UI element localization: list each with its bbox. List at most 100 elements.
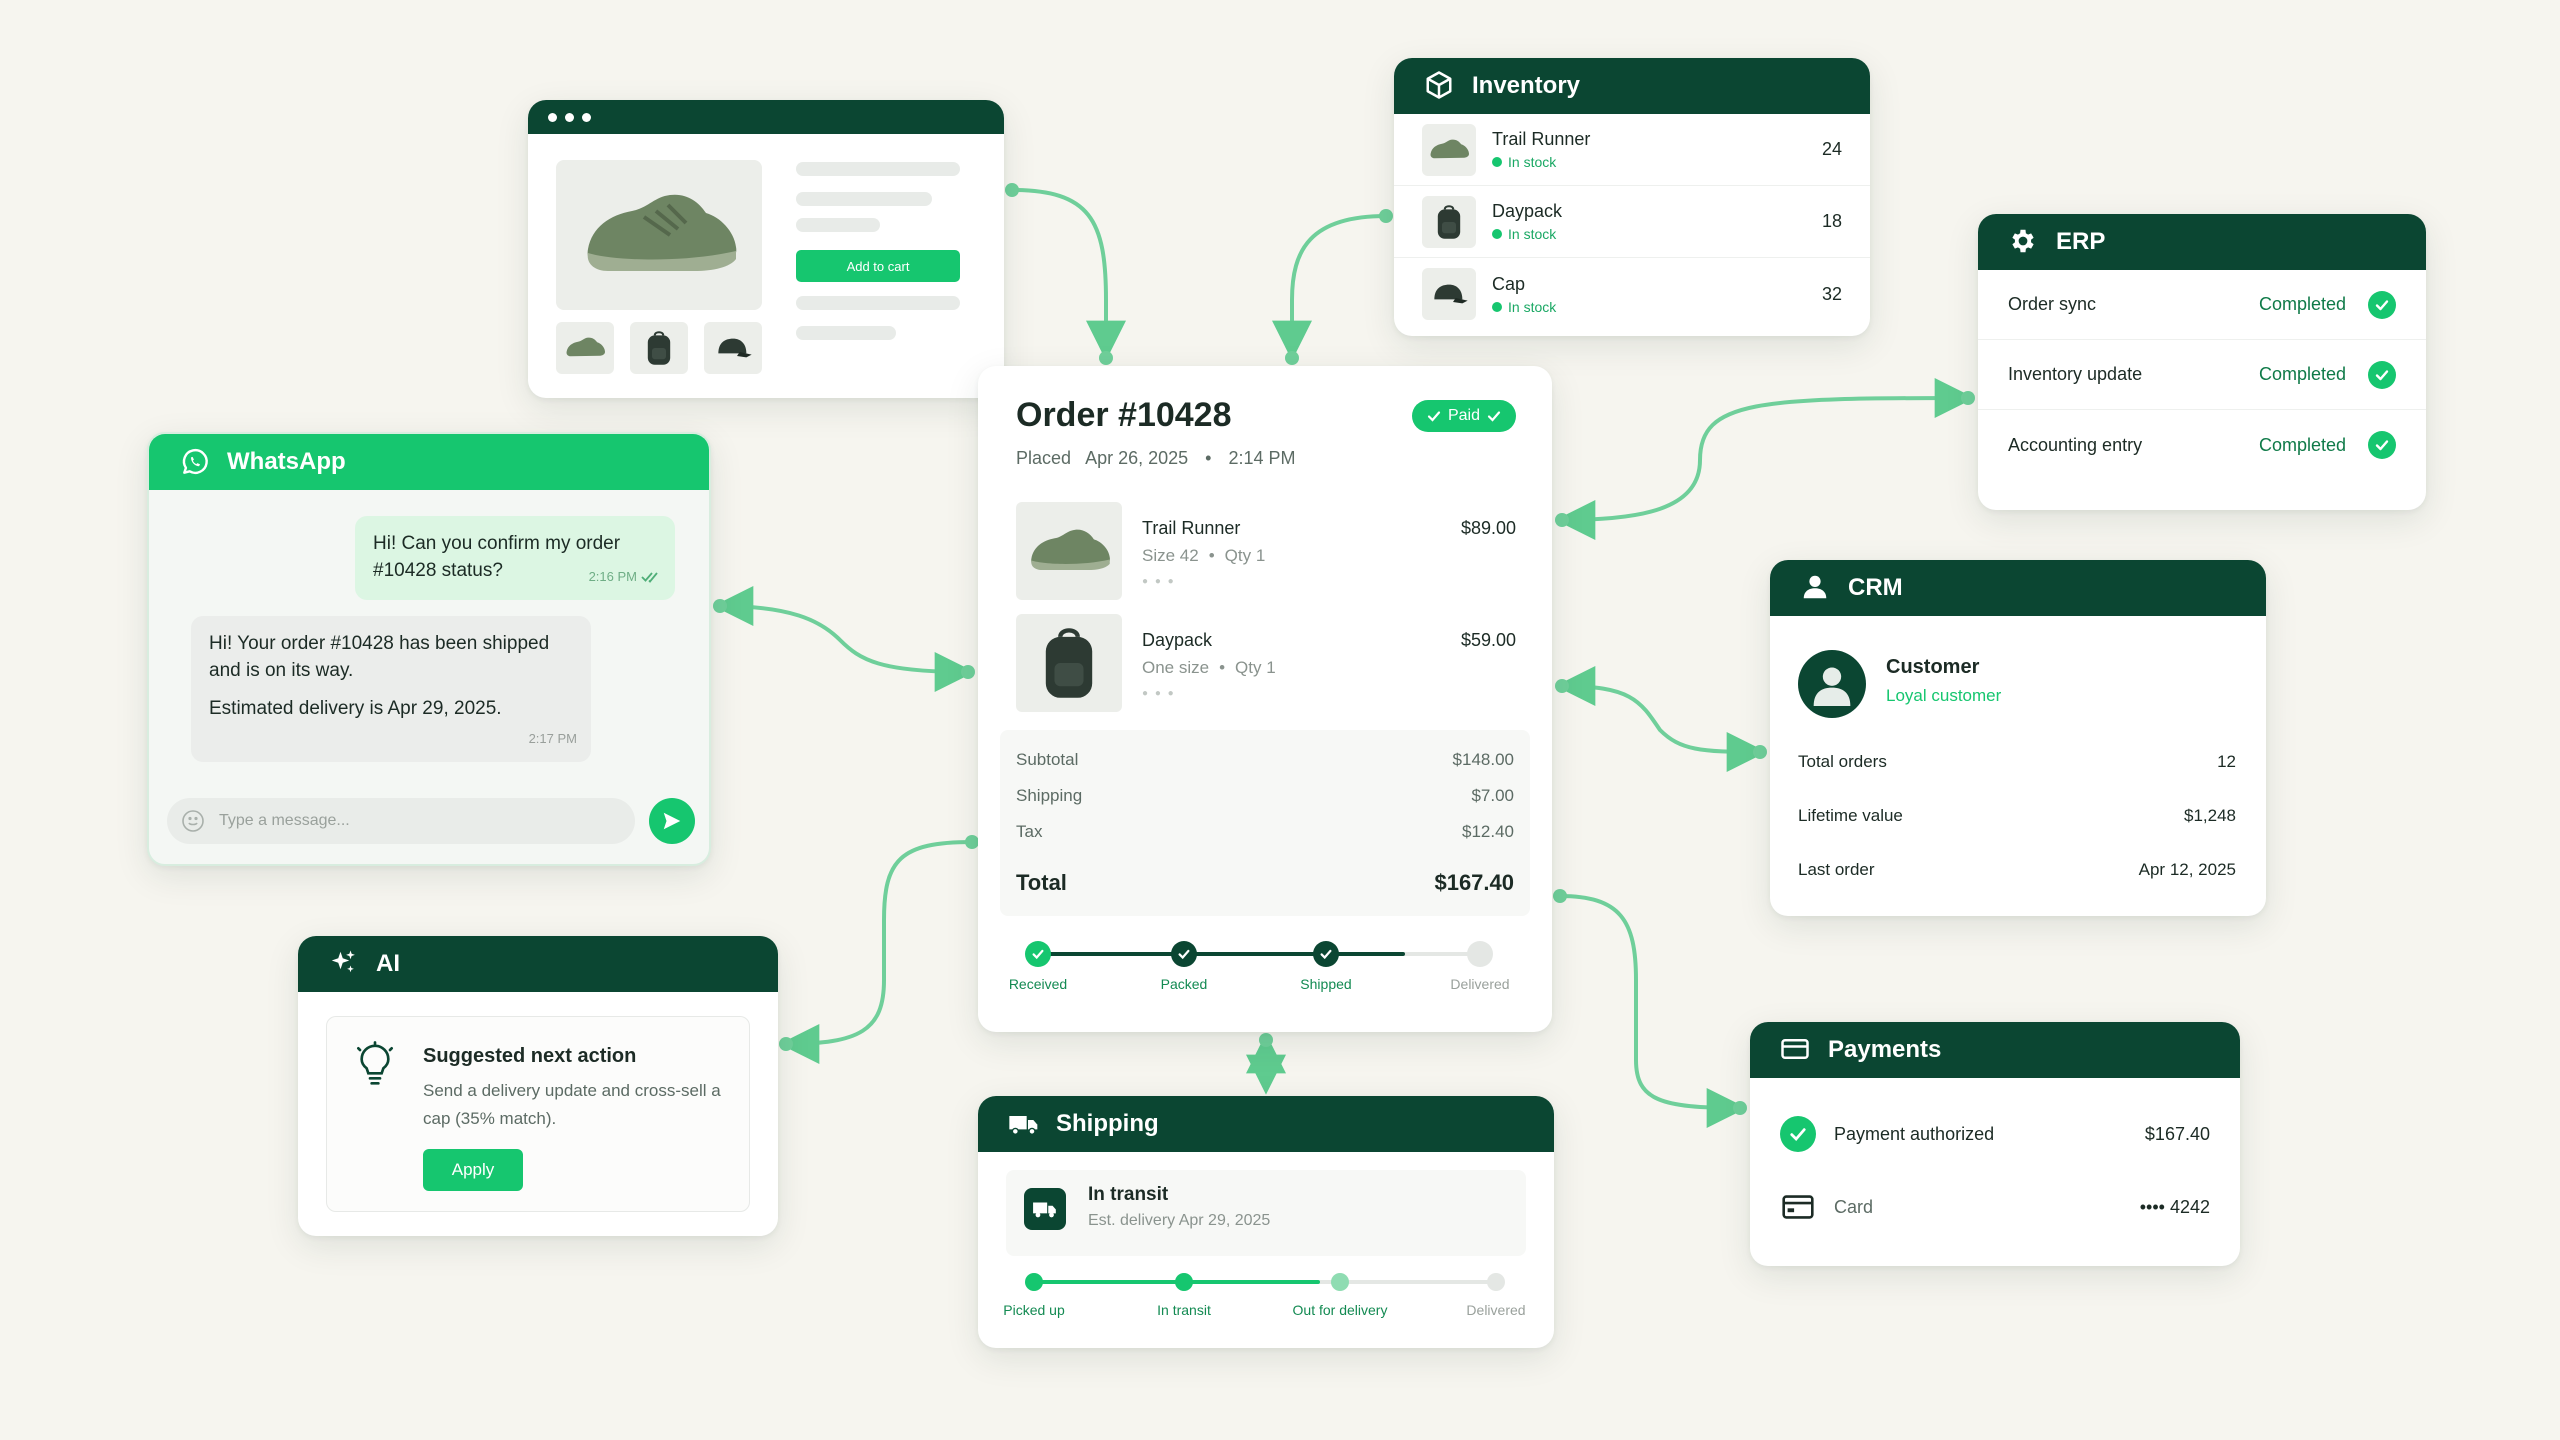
crm-row-total-orders: Total orders 12 — [1798, 752, 2236, 771]
placed-time: 2:14 PM — [1228, 448, 1296, 468]
tax-value: $12.40 — [1462, 822, 1514, 841]
cap-icon — [718, 338, 752, 358]
order-card: Order #10428 Paid Placed Apr 26, 2025 • … — [978, 366, 1552, 1032]
shoe-icon — [1430, 139, 1470, 158]
message-input[interactable]: Type a message... — [167, 798, 635, 844]
truck-icon — [1008, 1108, 1040, 1140]
truck-icon — [1024, 1188, 1066, 1230]
color-dots-icon: ● ● ● — [1142, 576, 1176, 587]
inventory-item-qty: 32 — [1821, 283, 1842, 304]
shipping-card: Shipping In transit Est. delivery Apr 29… — [978, 1096, 1554, 1348]
connector-ai-order — [779, 840, 974, 1064]
payments-title: Payments — [1828, 1036, 1942, 1063]
tracker-step-label: Delivered — [1450, 976, 1510, 992]
double-check-icon — [641, 571, 658, 583]
shoe-icon — [566, 337, 606, 357]
total-value: $167.40 — [1434, 870, 1514, 895]
order-item[interactable]: Trail Runner Size 42 • Qty 1 ● ● ● $89.00 — [1016, 502, 1516, 602]
order-item-name: Daypack — [1142, 630, 1213, 650]
erp-card: ERP Order sync Completed Inventory updat… — [1978, 214, 2426, 510]
inventory-item-name: Trail Runner — [1492, 129, 1591, 149]
erp-row-status: Completed — [2258, 294, 2346, 314]
inventory-item-status: In stock — [1508, 226, 1557, 242]
order-placed-info: Placed Apr 26, 2025 • 2:14 PM — [1016, 448, 1296, 468]
check-circle-icon — [2368, 290, 2396, 319]
inventory-item-qty: 24 — [1821, 139, 1842, 159]
thumbnail-backpack[interactable] — [630, 322, 688, 374]
avatar — [1798, 650, 1866, 718]
payment-authorized-label: Payment authorized — [1834, 1123, 1995, 1144]
incoming-message-eta: Estimated delivery is Apr 29, 2025. — [209, 698, 502, 719]
wallet-icon — [1780, 1034, 1812, 1066]
thumbnail-shoe[interactable] — [556, 322, 614, 374]
stock-dot-icon — [1492, 301, 1502, 312]
outgoing-message-time: 2:16 PM — [588, 569, 637, 584]
apply-button[interactable]: Apply — [423, 1149, 523, 1191]
emoji-icon[interactable] — [181, 809, 205, 833]
tracker-step-dot — [1487, 1273, 1505, 1291]
shipping-title: Shipping — [1056, 1110, 1159, 1137]
tax-row: Tax $12.40 — [1016, 822, 1514, 841]
subtotal-value: $148.00 — [1452, 750, 1514, 769]
inventory-row[interactable]: Trail Runner In stock 24 — [1394, 114, 1870, 186]
erp-row-order-sync: Order sync Completed — [1978, 270, 2426, 340]
inventory-row[interactable]: Cap In stock 32 — [1394, 258, 1870, 330]
box-icon — [1424, 70, 1456, 102]
inventory-item-qty: 18 — [1821, 211, 1842, 231]
check-circle-icon — [1780, 1116, 1816, 1152]
tracker-step-label: In transit — [1157, 1302, 1211, 1318]
payment-authorized-row: Payment authorized $167.40 — [1780, 1116, 2210, 1152]
payment-card-number: •••• 4242 — [2139, 1196, 2210, 1217]
lightbulb-icon — [355, 1041, 395, 1094]
shipping-status: In transit — [1088, 1184, 1169, 1205]
cap-icon — [1434, 284, 1468, 304]
inventory-thumb — [1422, 195, 1476, 248]
crm-row-value: 12 — [2217, 752, 2236, 771]
whatsapp-card: WhatsApp Hi! Can you confirm my order #1… — [147, 432, 711, 866]
order-title: Order #10428 — [1016, 396, 1232, 434]
connector-product-order — [1010, 188, 1126, 361]
erp-row-status: Completed — [2258, 434, 2346, 455]
order-item-variant: Size 42 — [1142, 546, 1199, 565]
total-row: Total $167.40 — [1016, 870, 1514, 895]
order-item-variant: One size — [1142, 658, 1210, 677]
shipping-value: $7.00 — [1471, 786, 1514, 805]
sparkle-icon — [328, 948, 360, 980]
paid-badge-label: Paid — [1447, 407, 1481, 424]
tracker-step-label: Shipped — [1300, 976, 1352, 992]
tracker-step-dot — [1025, 941, 1051, 967]
erp-row-accounting-entry: Accounting entry Completed — [1978, 410, 2426, 480]
inventory-row[interactable]: Daypack In stock 18 — [1394, 186, 1870, 258]
shoe-icon — [1031, 529, 1110, 571]
outgoing-message-text: Hi! Can you confirm my order #10428 stat… — [373, 533, 621, 581]
send-button[interactable] — [649, 798, 695, 844]
inventory-item-status: In stock — [1508, 154, 1557, 170]
tracker-step-label: Out for delivery — [1292, 1302, 1388, 1318]
user-icon — [1800, 572, 1832, 604]
gear-icon — [2008, 226, 2040, 258]
customer-tag: Loyal customer — [1886, 686, 2002, 705]
tracker-step-dot — [1025, 1273, 1043, 1291]
stock-dot-icon — [1492, 229, 1502, 239]
ai-card: AI Suggested next action Send a delivery… — [298, 936, 778, 1236]
backpack-icon — [1045, 628, 1093, 698]
shipping-eta: Est. delivery Apr 29, 2025 — [1088, 1212, 1271, 1229]
add-to-cart-button[interactable]: Add to cart — [796, 250, 960, 282]
stock-dot-icon — [1492, 157, 1502, 167]
connector-order-payments — [1558, 894, 1747, 1128]
order-item-image — [1016, 614, 1122, 712]
erp-row-status: Completed — [2258, 364, 2346, 384]
product-image — [556, 160, 762, 310]
order-totals: Subtotal $148.00 Shipping $7.00 Tax $12.40 … — [1000, 730, 1530, 916]
order-item[interactable]: Daypack One size • Qty 1 ● ● ● $59.00 — [1016, 614, 1516, 714]
product-page-card: Add to cart — [528, 100, 1004, 398]
paid-badge: Paid — [1412, 400, 1516, 432]
inventory-item-name: Daypack — [1492, 201, 1563, 221]
tracker-step-label: Packed — [1160, 976, 1208, 992]
thumbnail-cap[interactable] — [704, 322, 762, 374]
crm-card: CRM Customer Loyal customer Total orders… — [1770, 560, 2266, 916]
order-item-qty: Qty 1 — [1224, 546, 1266, 565]
payment-card-row: Card •••• 4242 — [1780, 1194, 2210, 1220]
tracker-step-label: Picked up — [1003, 1302, 1065, 1318]
order-item-price: $89.00 — [1460, 518, 1516, 538]
